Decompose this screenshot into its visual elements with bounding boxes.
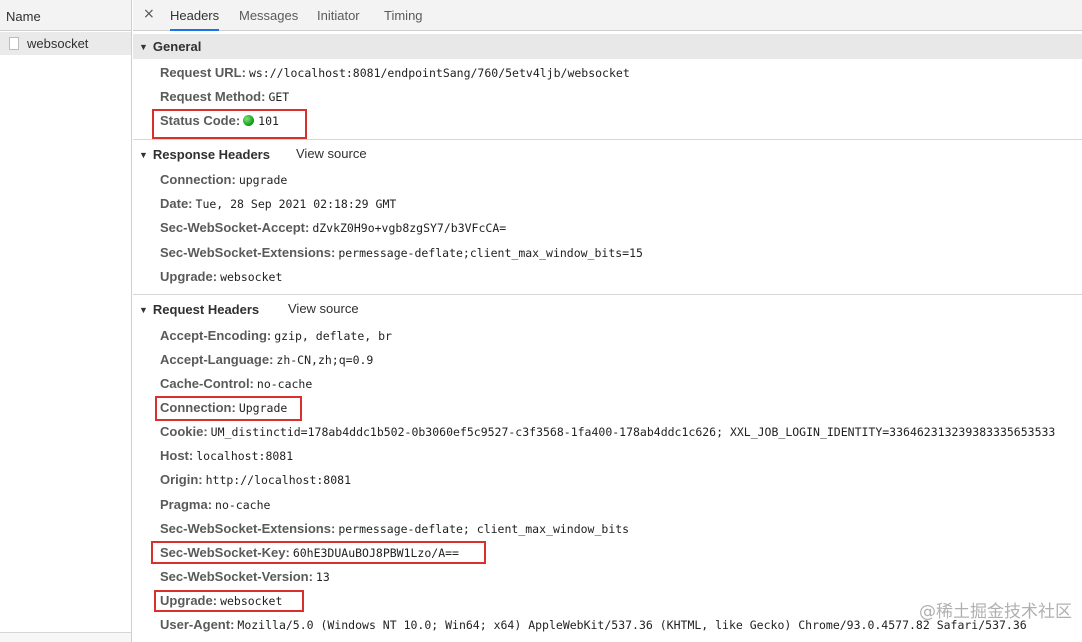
header-value: no-cache — [256, 377, 313, 391]
header-key: Date: — [160, 196, 193, 211]
tab-headers[interactable]: Headers — [170, 0, 220, 31]
header-key: Sec-WebSocket-Version: — [160, 569, 313, 584]
request-view-source-link[interactable]: View source — [288, 301, 359, 316]
details-tab-bar: × Headers Messages Initiator Timing — [133, 0, 1082, 31]
upgrade-highlight — [154, 590, 304, 612]
document-icon — [9, 37, 19, 50]
header-value: UM_distinctid=178ab4ddc1b502-0b3060ef5c9… — [210, 425, 1056, 439]
header-value: no-cache — [215, 498, 271, 512]
header-value: upgrade — [238, 173, 288, 187]
header-row: Request Method: GET — [160, 89, 289, 109]
header-row: Host: localhost:8081 — [160, 448, 293, 468]
header-key: Sec-WebSocket-Accept: — [160, 220, 310, 235]
close-icon[interactable]: × — [143, 6, 155, 22]
request-item-label: websocket — [27, 36, 89, 51]
header-key: User-Agent: — [160, 617, 235, 632]
header-key: Upgrade: — [160, 269, 218, 284]
header-row: Upgrade: websocket — [160, 269, 282, 289]
response-view-source-link[interactable]: View source — [296, 146, 367, 161]
header-row: Request URL: ws://localhost:8081/endpoint… — [160, 65, 630, 85]
header-row: Connection: upgrade — [160, 172, 287, 192]
section-divider — [133, 294, 1082, 295]
header-key: Request URL: — [160, 65, 246, 80]
header-key: Pragma: — [160, 497, 213, 512]
header-value: 13 — [315, 570, 330, 584]
header-key: Sec-WebSocket-Extensions: — [160, 245, 336, 260]
header-row: Sec-WebSocket-Extensions: permessage-defl… — [160, 245, 643, 265]
request-item-websocket[interactable]: websocket — [0, 32, 131, 55]
request-headers-section-header[interactable]: ▼ Request Headers — [133, 297, 1082, 322]
connection-highlight — [155, 396, 302, 421]
triangle-down-icon: ▼ — [139, 41, 148, 52]
header-value: ws://localhost:8081/endpointSang/760/5et… — [248, 66, 630, 80]
triangle-down-icon: ▼ — [139, 149, 148, 160]
header-value: GET — [268, 90, 290, 104]
request-headers-title: Request Headers — [152, 302, 260, 317]
header-value: Tue, 28 Sep 2021 02:18:29 GMT — [195, 197, 397, 211]
tab-initiator[interactable]: Initiator — [317, 0, 360, 31]
header-key: Accept-Language: — [160, 352, 274, 367]
request-list-footer — [0, 632, 131, 642]
header-key: Sec-WebSocket-Extensions: — [160, 521, 336, 536]
request-list-panel: Name websocket — [0, 0, 132, 642]
header-value: Mozilla/5.0 (Windows NT 10.0; Win64; x64… — [237, 618, 1027, 632]
header-value: localhost:8081 — [196, 449, 294, 463]
header-key: Cache-Control: — [160, 376, 254, 391]
header-key: Connection: — [160, 172, 236, 187]
header-row: User-Agent: Mozilla/5.0 (Windows NT 10.0;… — [160, 617, 1027, 637]
header-row: Sec-WebSocket-Version: 13 — [160, 569, 330, 589]
header-key: Cookie: — [160, 424, 208, 439]
triangle-down-icon: ▼ — [139, 304, 148, 315]
header-value: permessage-deflate; client_max_window_bi… — [338, 522, 630, 536]
header-key: Host: — [160, 448, 194, 463]
general-section-header[interactable]: ▼ General — [133, 34, 1082, 59]
response-headers-section-header[interactable]: ▼ Response Headers — [133, 142, 1082, 167]
websocket-key-highlight — [151, 541, 486, 564]
header-row: Cache-Control: no-cache — [160, 376, 312, 396]
request-details-panel: × Headers Messages Initiator Timing ▼ Ge… — [133, 0, 1082, 642]
status-code-highlight — [152, 109, 307, 139]
header-row: Accept-Encoding: gzip, deflate, br — [160, 328, 392, 348]
header-row: Pragma: no-cache — [160, 497, 270, 517]
header-value: http://localhost:8081 — [205, 473, 352, 487]
header-value: gzip, deflate, br — [274, 329, 392, 343]
header-value: websocket — [220, 270, 283, 284]
header-value: zh-CN,zh;q=0.9 — [276, 353, 374, 367]
header-row: Origin: http://localhost:8081 — [160, 472, 351, 492]
header-row: Date: Tue, 28 Sep 2021 02:18:29 GMT — [160, 196, 396, 216]
header-key: Accept-Encoding: — [160, 328, 272, 343]
response-headers-title: Response Headers — [152, 147, 270, 162]
name-column-header[interactable]: Name — [0, 0, 131, 31]
header-key: Origin: — [160, 472, 203, 487]
tab-messages[interactable]: Messages — [239, 0, 298, 31]
header-row: Cookie: UM_distinctid=178ab4ddc1b502-0b30… — [160, 424, 1055, 444]
header-value: dZvkZ0H9o+vgb8zgSY7/b3VFcCA= — [312, 221, 507, 235]
section-divider — [133, 139, 1082, 140]
header-key: Request Method: — [160, 89, 266, 104]
tab-timing[interactable]: Timing — [384, 0, 423, 31]
header-row: Sec-WebSocket-Accept: dZvkZ0H9o+vgb8zgSY7… — [160, 220, 506, 240]
header-row: Accept-Language: zh-CN,zh;q=0.9 — [160, 352, 373, 372]
watermark: @稀土掘金技术社区 — [919, 602, 1072, 622]
header-value: permessage-deflate;client_max_window_bit… — [338, 246, 643, 260]
header-row: Sec-WebSocket-Extensions: permessage-defl… — [160, 521, 629, 541]
general-section-title: General — [152, 39, 202, 54]
